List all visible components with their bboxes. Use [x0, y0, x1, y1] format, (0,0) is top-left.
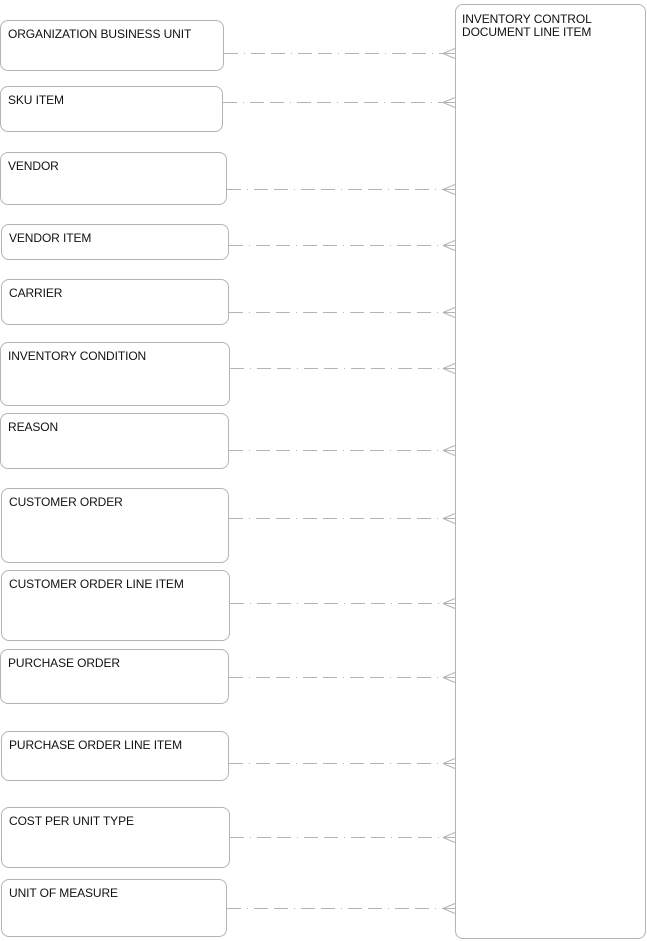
relationship-connector: [229, 513, 456, 524]
relationship-connector: [230, 363, 456, 374]
crows-foot-many-icon: [442, 758, 456, 769]
entity-label: VENDOR ITEM: [9, 231, 92, 245]
er-diagram: ORGANIZATION BUSINESS UNIT SKU ITEM VEND…: [0, 0, 647, 941]
entity-customer-order-line-item[interactable]: CUSTOMER ORDER LINE ITEM: [1, 570, 230, 641]
relationship-connector: [229, 758, 456, 769]
entity-label: ORGANIZATION BUSINESS UNIT: [8, 27, 192, 41]
entity-label: PURCHASE ORDER LINE ITEM: [9, 738, 182, 752]
crows-foot-many-icon: [442, 307, 456, 318]
crows-foot-many-icon: [442, 97, 456, 108]
relationship-connector: [227, 903, 456, 914]
crows-foot-many-icon: [442, 184, 456, 195]
crows-foot-many-icon: [442, 513, 456, 524]
crows-foot-many-icon: [442, 672, 456, 683]
entity-vendor[interactable]: VENDOR: [0, 152, 227, 205]
entity-label: REASON: [8, 420, 59, 434]
relationship-connector: [229, 307, 456, 318]
entity-label: CUSTOMER ORDER: [9, 495, 123, 509]
relationship-connector: [230, 598, 456, 609]
entity-vendor-item[interactable]: VENDOR ITEM: [1, 224, 229, 260]
crows-foot-many-icon: [442, 903, 456, 914]
entity-label: SKU ITEM: [8, 93, 64, 107]
crows-foot-many-icon: [442, 240, 456, 251]
relationship-connector: [229, 672, 456, 683]
entity-inventory-condition[interactable]: INVENTORY CONDITION: [0, 342, 230, 406]
crows-foot-many-icon: [442, 832, 456, 843]
relationship-connector: [223, 97, 456, 108]
entity-sku-item[interactable]: SKU ITEM: [0, 86, 223, 132]
relationship-connector: [229, 240, 456, 251]
relationship-connector: [224, 48, 456, 59]
entity-inventory-control-document-line-item[interactable]: INVENTORY CONTROL DOCUMENT LINE ITEM: [455, 4, 646, 939]
entity-cost-per-unit-type[interactable]: COST PER UNIT TYPE: [1, 807, 230, 868]
entity-purchase-order-line-item[interactable]: PURCHASE ORDER LINE ITEM: [1, 731, 229, 781]
entity-label: UNIT OF MEASURE: [9, 886, 118, 900]
crows-foot-many-icon: [442, 48, 456, 59]
entity-label: CUSTOMER ORDER LINE ITEM: [9, 577, 184, 591]
entity-reason[interactable]: REASON: [0, 413, 229, 469]
entity-label: CARRIER: [9, 286, 63, 300]
relationship-connector: [227, 184, 456, 195]
entity-label: INVENTORY CONTROL DOCUMENT LINE ITEM: [462, 12, 592, 39]
entity-label: INVENTORY CONDITION: [8, 349, 147, 363]
entity-carrier[interactable]: CARRIER: [1, 279, 229, 325]
entity-customer-order[interactable]: CUSTOMER ORDER: [1, 488, 229, 563]
relationship-connector: [229, 445, 456, 456]
entity-label: PURCHASE ORDER: [8, 656, 120, 670]
crows-foot-many-icon: [442, 445, 456, 456]
entity-purchase-order[interactable]: PURCHASE ORDER: [0, 649, 229, 704]
entity-unit-of-measure[interactable]: UNIT OF MEASURE: [1, 879, 227, 937]
relationship-connector: [230, 832, 456, 843]
entity-label: COST PER UNIT TYPE: [9, 814, 134, 828]
crows-foot-many-icon: [442, 598, 456, 609]
entity-organization-business-unit[interactable]: ORGANIZATION BUSINESS UNIT: [0, 20, 224, 71]
entity-label: VENDOR: [8, 159, 59, 173]
crows-foot-many-icon: [442, 363, 456, 374]
